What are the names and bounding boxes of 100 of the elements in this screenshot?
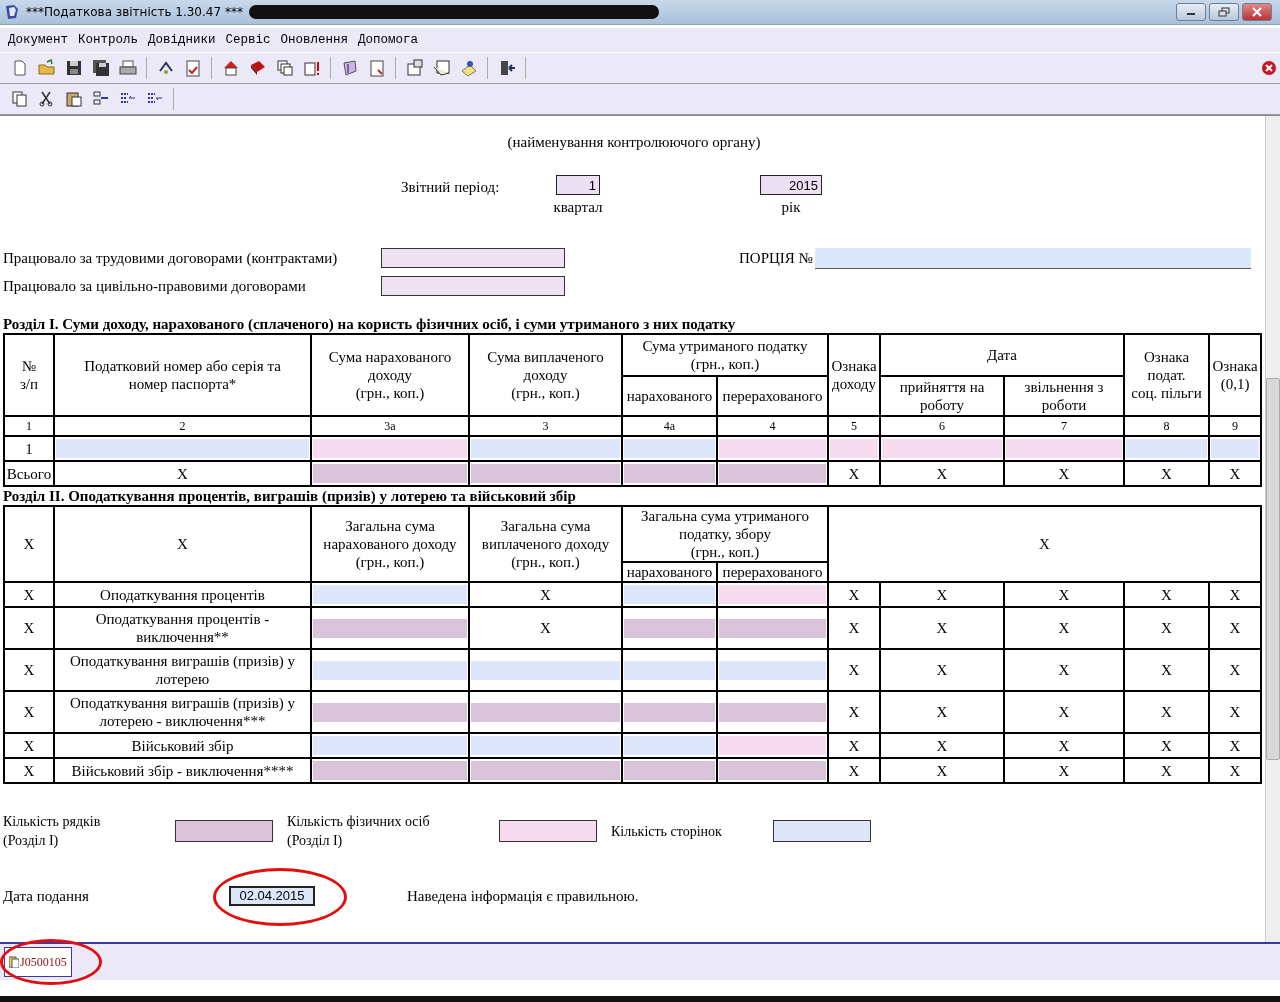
column-header: Загальна сума нарахованого доходу (грн., коп.) (311, 506, 469, 582)
input-field[interactable] (313, 702, 467, 722)
input-field[interactable] (471, 660, 620, 680)
menu-item[interactable]: Документ (8, 33, 68, 47)
table-cell: X (1004, 607, 1124, 649)
input-field[interactable] (1126, 439, 1207, 458)
table-cell: X (1209, 582, 1262, 607)
menu-item[interactable]: Контроль (78, 33, 139, 47)
print-icon (118, 59, 137, 77)
input-field[interactable] (471, 702, 620, 722)
input-field[interactable] (624, 585, 715, 604)
scrollbar[interactable] (1265, 116, 1280, 942)
column-header: Ознака (0,1) (1209, 334, 1261, 416)
column-number: 1 (4, 416, 54, 436)
input-field[interactable] (313, 464, 467, 483)
input-field[interactable] (624, 439, 715, 458)
menu-item[interactable]: Сервіс (225, 33, 271, 47)
table-cell: X (1004, 691, 1124, 733)
input-field[interactable] (624, 660, 715, 680)
input-field[interactable] (719, 660, 826, 680)
input-field[interactable] (313, 736, 467, 755)
input-field[interactable] (773, 820, 871, 842)
input-field[interactable] (313, 585, 467, 604)
input-field[interactable] (471, 736, 620, 755)
input-field[interactable] (624, 618, 715, 638)
table-cell: X (828, 649, 880, 691)
quarter-field[interactable]: 1 (556, 175, 600, 195)
table-cell: X (880, 758, 1004, 783)
minimize-button[interactable] (1176, 3, 1206, 21)
column-header: X (4, 506, 54, 582)
input-field[interactable] (313, 761, 467, 780)
menu-item[interactable]: Допомога (358, 33, 419, 47)
paste-icon (64, 90, 83, 108)
input-field[interactable] (882, 439, 1002, 458)
field-label: Кількість фізичних осіб (Розділ I) (287, 813, 431, 850)
input-field[interactable] (719, 464, 826, 483)
input-field[interactable] (719, 736, 826, 755)
save-all-icon (91, 59, 110, 77)
app-icon (4, 4, 20, 20)
table-cell: X (1209, 607, 1262, 649)
table-cell: X (4, 733, 54, 758)
input-field[interactable] (313, 439, 467, 458)
input-field[interactable] (624, 761, 715, 780)
close-button[interactable] (1242, 3, 1272, 21)
input-field[interactable] (719, 585, 826, 604)
column-number: 4 (717, 416, 828, 436)
input-field[interactable] (499, 820, 597, 842)
checklist-icon (183, 59, 202, 77)
input-field[interactable] (175, 820, 273, 842)
column-header: Дата (880, 334, 1124, 376)
input-field[interactable] (1006, 439, 1122, 458)
input-field[interactable] (719, 702, 826, 722)
column-header: Загальна сума виплаченого доходу (грн., коп.) (469, 506, 622, 582)
table-cell: X (1124, 582, 1209, 607)
input-field[interactable] (471, 439, 620, 458)
input-field[interactable] (471, 464, 620, 483)
column-header: Податковий номер або серія та номер паспорта* (54, 334, 311, 416)
input-field[interactable] (471, 761, 620, 780)
insert-row-icon (91, 90, 110, 108)
input-field[interactable] (381, 248, 565, 268)
table-cell: X (1124, 733, 1209, 758)
year-field[interactable]: 2015 (760, 175, 822, 195)
year-caption: рік (781, 199, 801, 216)
input-field[interactable] (381, 276, 565, 296)
input-field[interactable] (624, 464, 715, 483)
scrollbar-thumb[interactable] (1266, 378, 1280, 760)
table-cell: X (880, 691, 1004, 733)
menu-item[interactable]: Оновлення (280, 33, 349, 47)
restore-icon (1218, 7, 1230, 17)
table-cell: Оподаткування процентів - виключення** (54, 607, 311, 649)
portion-field[interactable] (814, 247, 1251, 269)
input-field[interactable] (313, 660, 467, 680)
input-field[interactable] (624, 702, 715, 722)
quarter-caption: квартал (553, 199, 603, 216)
section-title: Розділ II. Оподаткування процентів, виграшів (призів) у лотерею та військовий збір (3, 487, 577, 505)
book-icon (248, 59, 267, 77)
input-field[interactable] (1211, 439, 1259, 458)
table-cell: X (1209, 758, 1262, 783)
input-field[interactable] (56, 439, 309, 458)
input-field[interactable] (624, 736, 715, 755)
input-field[interactable] (830, 439, 878, 458)
table-cell: X (1124, 607, 1209, 649)
table-cell: Всього (4, 461, 54, 486)
input-field[interactable] (719, 618, 826, 638)
open-folder-icon (37, 59, 56, 77)
table-cell: X (4, 582, 54, 607)
restore-button[interactable] (1209, 3, 1239, 21)
table-cell: X (880, 649, 1004, 691)
column-number: 2 (54, 416, 311, 436)
table-cell: X (880, 607, 1004, 649)
date-field[interactable]: 02.04.2015 (229, 886, 315, 906)
menu-item[interactable]: Довідники (148, 33, 216, 47)
table-cell: X (828, 691, 880, 733)
column-header: X (828, 506, 1262, 582)
table-cell: X (828, 582, 880, 607)
input-field[interactable] (719, 439, 826, 458)
input-field[interactable] (719, 761, 826, 780)
input-field[interactable] (313, 618, 467, 638)
document-tab[interactable]: J0500105 (4, 947, 72, 977)
table-cell: X (828, 733, 880, 758)
